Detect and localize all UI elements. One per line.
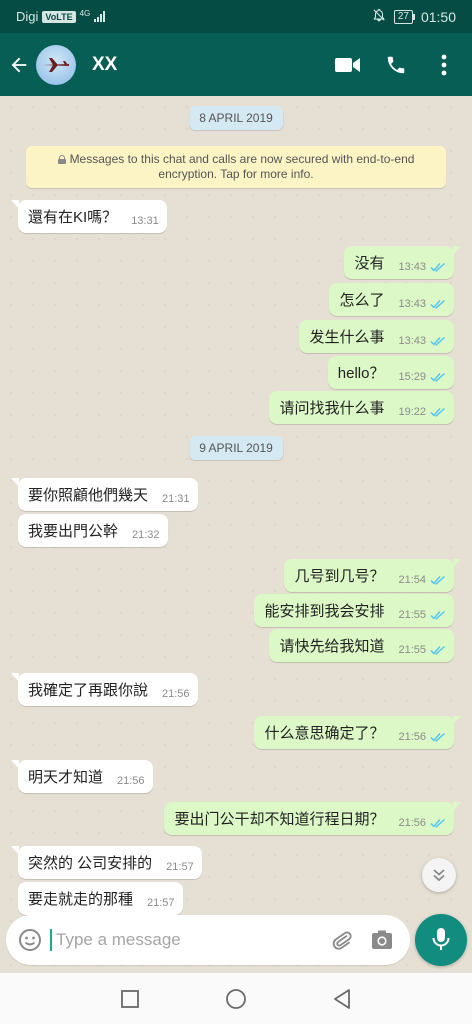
message-text: 要你照顧他們幾天 <box>28 487 149 504</box>
message-time: 15:29 <box>398 370 426 383</box>
read-ticks-icon <box>430 610 446 620</box>
encryption-notice[interactable]: Messages to this chat and calls are now … <box>26 146 446 188</box>
status-left: Digi VoLTE 4G <box>16 9 106 24</box>
read-ticks-icon <box>430 336 446 346</box>
contact-name[interactable]: XX <box>92 54 117 76</box>
message-text: 明天才知道 <box>28 769 104 786</box>
lock-icon <box>57 155 66 164</box>
avatar[interactable] <box>36 44 76 85</box>
message-time: 21:56 <box>162 687 190 700</box>
status-bar: Digi VoLTE 4G 27 01:50 <box>0 0 472 33</box>
message-bubble[interactable]: 要走就走的那種 21:57 <box>18 882 183 915</box>
double-chevron-down-icon <box>433 869 445 882</box>
message-time: 21:57 <box>166 860 194 873</box>
message-time: 13:43 <box>398 334 426 347</box>
message-bubble[interactable]: 请快先给我知道 21:55 <box>269 629 454 662</box>
recent-apps-icon[interactable] <box>117 986 143 1012</box>
message-text: 要出门公干却不知道行程日期？ <box>174 811 385 828</box>
message-text: 要走就走的那種 <box>28 891 134 908</box>
chat-area[interactable]: 8 APRIL 2019 Messages to this chat and c… <box>0 96 472 972</box>
message-bubble[interactable]: 没有 13:43 <box>344 246 461 279</box>
date-chip: 8 APRIL 2019 <box>189 106 283 130</box>
date-chip: 9 APRIL 2019 <box>189 436 283 460</box>
airplane-icon <box>43 57 69 72</box>
clock: 01:50 <box>420 8 456 25</box>
read-ticks-icon <box>430 262 446 272</box>
message-text: 我要出門公幹 <box>28 523 119 540</box>
message-time: 21:56 <box>398 730 426 743</box>
read-ticks-icon <box>430 575 446 585</box>
message-time: 19:22 <box>398 405 426 418</box>
back-arrow-icon[interactable] <box>4 45 34 85</box>
message-bubble[interactable]: hello？ 15:29 <box>327 356 454 389</box>
header-actions <box>334 51 458 79</box>
message-bubble[interactable]: 发生什么事 13:43 <box>299 320 454 353</box>
message-time: 21:54 <box>398 573 426 586</box>
read-ticks-icon <box>430 732 446 742</box>
message-bubble[interactable]: 请问找我什么事 19:22 <box>269 391 454 424</box>
emoji-icon[interactable] <box>10 920 50 960</box>
message-input[interactable] <box>50 929 322 951</box>
message-text: 還有在KI嗎？ <box>28 209 118 226</box>
system-nav-bar <box>0 972 472 1024</box>
message-text: 能安排到我会安排 <box>264 603 385 620</box>
encryption-text: Messages to this chat and calls are now … <box>69 152 415 181</box>
status-right: 27 01:50 <box>372 8 456 25</box>
message-time: 21:55 <box>398 608 426 621</box>
message-text: 突然的 公司安排的 <box>28 855 153 872</box>
message-text: 我確定了再跟你說 <box>28 682 149 699</box>
message-bubble[interactable]: 突然的 公司安排的 21:57 <box>11 846 202 879</box>
message-time: 21:55 <box>398 643 426 656</box>
chat-header: XX <box>0 33 472 96</box>
carrier-label: Digi <box>16 9 39 24</box>
network-label: 4G <box>79 9 91 18</box>
mic-button[interactable] <box>415 914 467 966</box>
message-text: 怎么了 <box>339 292 385 309</box>
back-icon[interactable] <box>329 986 355 1012</box>
attach-icon[interactable] <box>322 920 362 960</box>
message-bubble[interactable]: 什么意思确定了？ 21:56 <box>254 716 461 749</box>
message-text: hello？ <box>337 365 385 382</box>
message-bubble[interactable]: 要出门公干却不知道行程日期？ 21:56 <box>164 802 461 835</box>
volte-badge: VoLTE <box>42 10 76 23</box>
message-time: 21:56 <box>117 774 145 787</box>
message-text: 请问找我什么事 <box>279 400 385 417</box>
message-time: 21:57 <box>147 896 175 909</box>
mute-icon <box>372 8 386 25</box>
read-ticks-icon <box>430 645 446 655</box>
more-options-icon[interactable] <box>430 51 458 79</box>
signal-icon <box>94 11 106 22</box>
camera-icon[interactable] <box>362 920 402 960</box>
scroll-to-bottom-button[interactable] <box>422 858 456 892</box>
message-bubble[interactable]: 几号到几号？ 21:54 <box>284 559 461 592</box>
message-bubble[interactable]: 還有在KI嗎？ 13:31 <box>11 200 167 233</box>
message-text: 什么意思确定了？ <box>264 725 385 742</box>
message-bubble[interactable]: 能安排到我会安排 21:55 <box>254 594 454 627</box>
message-time: 21:32 <box>132 528 160 541</box>
message-time: 13:43 <box>398 297 426 310</box>
compose-bar <box>6 915 410 965</box>
message-bubble[interactable]: 我要出門公幹 21:32 <box>18 514 168 547</box>
message-text: 发生什么事 <box>309 329 385 346</box>
message-text: 请快先给我知道 <box>279 638 385 655</box>
message-time: 13:43 <box>398 260 426 273</box>
mic-icon <box>432 928 450 950</box>
message-time: 21:56 <box>398 816 426 829</box>
message-time: 13:31 <box>131 214 159 227</box>
read-ticks-icon <box>430 818 446 828</box>
read-ticks-icon <box>430 299 446 309</box>
read-ticks-icon <box>430 407 446 417</box>
battery-icon: 27 <box>393 9 416 24</box>
message-bubble[interactable]: 明天才知道 21:56 <box>11 760 153 793</box>
message-time: 21:31 <box>162 492 190 505</box>
message-text: 几号到几号？ <box>294 568 385 585</box>
home-icon[interactable] <box>223 986 249 1012</box>
message-bubble[interactable]: 怎么了 13:43 <box>329 283 454 316</box>
voice-call-icon[interactable] <box>382 51 410 79</box>
message-bubble[interactable]: 我確定了再跟你說 21:56 <box>11 673 198 706</box>
read-ticks-icon <box>430 372 446 382</box>
message-bubble[interactable]: 要你照顧他們幾天 21:31 <box>11 478 198 511</box>
video-call-icon[interactable] <box>334 51 362 79</box>
message-text: 没有 <box>354 255 385 272</box>
